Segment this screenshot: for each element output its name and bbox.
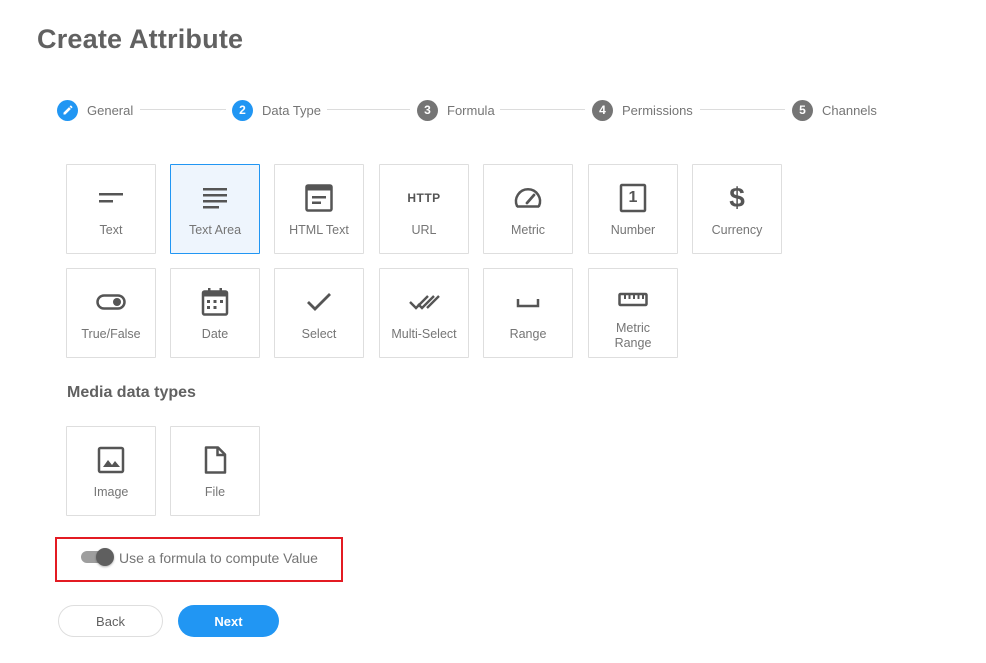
step-label-general: General [87, 102, 134, 118]
step-number: 3 [417, 99, 438, 121]
next-button[interactable]: Next [178, 605, 279, 637]
data-type-true-false[interactable]: True/False [66, 268, 156, 358]
notes-icon [198, 181, 232, 215]
step-number: 5 [792, 99, 813, 121]
data-type-currency[interactable]: $ Currency [692, 164, 782, 254]
toggle-icon [94, 285, 128, 319]
page-title: Create Attribute [37, 24, 244, 54]
range-bracket-icon [511, 285, 545, 319]
number-box-icon: 1 [616, 181, 650, 215]
step-label-permissions: Permissions [622, 102, 693, 118]
file-icon [198, 443, 232, 477]
double-check-icon [407, 285, 441, 319]
short-text-icon [94, 181, 128, 215]
data-type-multi-select[interactable]: Multi-Select [379, 268, 469, 358]
formula-toggle[interactable] [81, 548, 114, 566]
data-type-number[interactable]: 1 Number [588, 164, 678, 254]
media-section-title: Media data types [67, 384, 196, 401]
back-button[interactable]: Back [58, 605, 163, 637]
data-type-text-area[interactable]: Text Area [170, 164, 260, 254]
step-connector [500, 109, 585, 110]
formula-toggle-label: Use a formula to compute Value [119, 550, 318, 566]
check-icon [302, 285, 336, 319]
step-label-formula: Formula [447, 102, 495, 118]
step-label-data-type: Data Type [262, 102, 322, 118]
step-number: 4 [592, 99, 613, 121]
data-type-url[interactable]: HTTP URL [379, 164, 469, 254]
data-type-html-text[interactable]: HTML Text [274, 164, 364, 254]
data-type-file[interactable]: File [170, 426, 260, 516]
data-type-select[interactable]: Select [274, 268, 364, 358]
data-type-range[interactable]: Range [483, 268, 573, 358]
step-label-channels: Channels [822, 102, 877, 118]
step-number: 2 [232, 99, 253, 121]
calendar-icon [198, 285, 232, 319]
data-type-date[interactable]: Date [170, 268, 260, 358]
step-channels[interactable]: 5 Channels [792, 99, 877, 121]
step-connector [327, 109, 410, 110]
step-general[interactable]: General [57, 99, 133, 121]
speedometer-icon [511, 181, 545, 215]
formula-highlight-box: Use a formula to compute Value [55, 537, 343, 582]
step-data-type[interactable]: 2 Data Type [232, 99, 321, 121]
data-type-text[interactable]: Text [66, 164, 156, 254]
data-type-image[interactable]: Image [66, 426, 156, 516]
web-page-icon [302, 181, 336, 215]
data-type-metric[interactable]: Metric [483, 164, 573, 254]
pencil-icon [57, 99, 78, 121]
step-formula[interactable]: 3 Formula [417, 99, 495, 121]
step-connector [700, 109, 785, 110]
stepper: General 2 Data Type 3 Formula 4 Permissi… [57, 99, 887, 121]
dollar-icon: $ [729, 182, 745, 213]
ruler-icon [616, 283, 650, 317]
http-icon: HTTP [407, 191, 441, 205]
data-type-metric-range[interactable]: Metric Range [588, 268, 678, 358]
step-connector [140, 109, 226, 110]
image-icon [94, 443, 128, 477]
step-permissions[interactable]: 4 Permissions [592, 99, 693, 121]
